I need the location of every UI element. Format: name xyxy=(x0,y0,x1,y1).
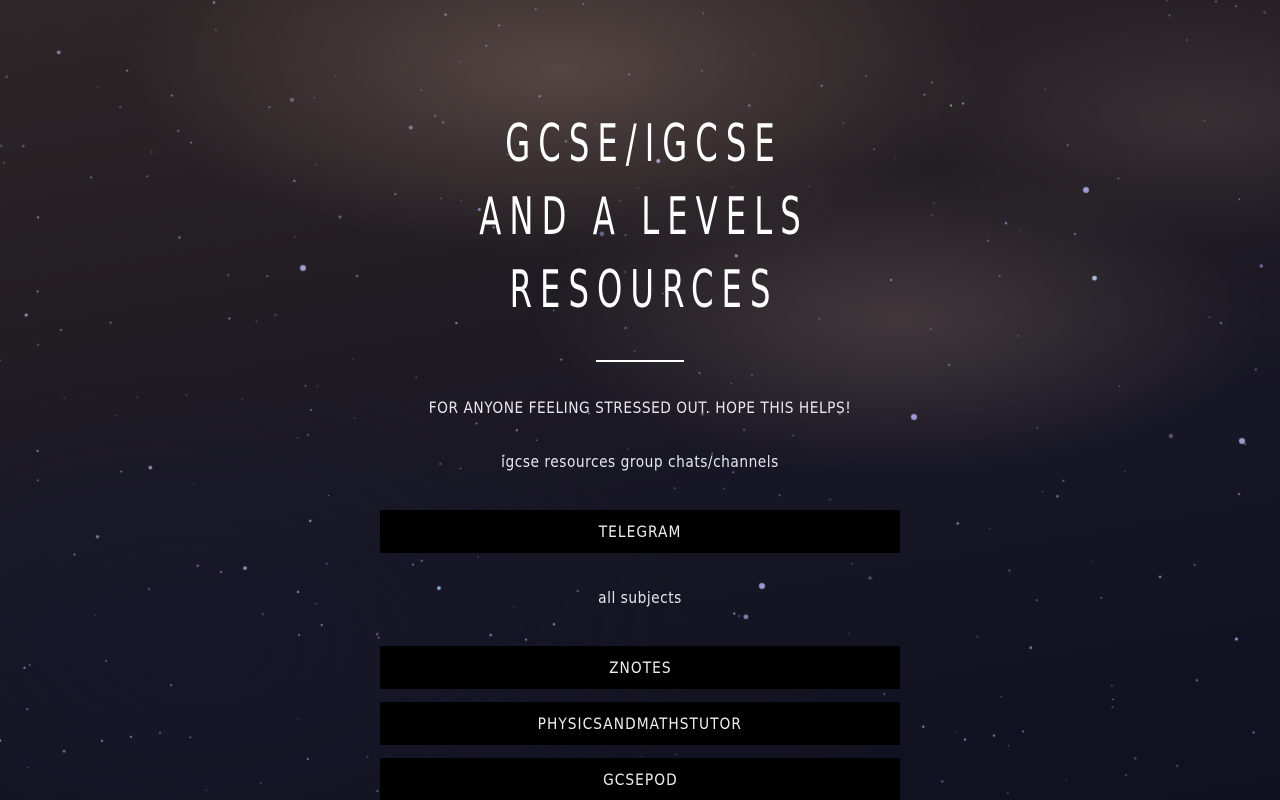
page-title-line: RESOURCES xyxy=(509,260,779,320)
page-title-line: GCSE/IGCSE xyxy=(505,114,783,174)
page-title: GCSE/IGCSE AND A LEVELS RESOURCES xyxy=(454,108,826,327)
page-content: GCSE/IGCSE AND A LEVELS RESOURCES FOR AN… xyxy=(0,0,1280,800)
znotes-link-button[interactable]: ZNOTES xyxy=(380,646,900,689)
link-button-label: TELEGRAM xyxy=(598,522,682,541)
link-button-label: GCSEPOD xyxy=(602,770,678,789)
title-divider xyxy=(596,360,684,362)
gcsepod-link-button[interactable]: GCSEPOD xyxy=(380,758,900,800)
section-caption-group-chats: igcse resources group chats/channels xyxy=(501,452,779,471)
link-button-label: PHYSICSANDMATHSTUTOR xyxy=(537,714,743,733)
page-title-line: AND A LEVELS xyxy=(479,187,809,247)
tagline: FOR ANYONE FEELING STRESSED OUT. HOPE TH… xyxy=(428,398,852,417)
link-button-label: ZNOTES xyxy=(608,658,672,677)
section-caption-all-subjects: all subjects xyxy=(598,588,682,607)
physicsandmathstutor-link-button[interactable]: PHYSICSANDMATHSTUTOR xyxy=(380,702,900,745)
telegram-link-button[interactable]: TELEGRAM xyxy=(380,510,900,553)
